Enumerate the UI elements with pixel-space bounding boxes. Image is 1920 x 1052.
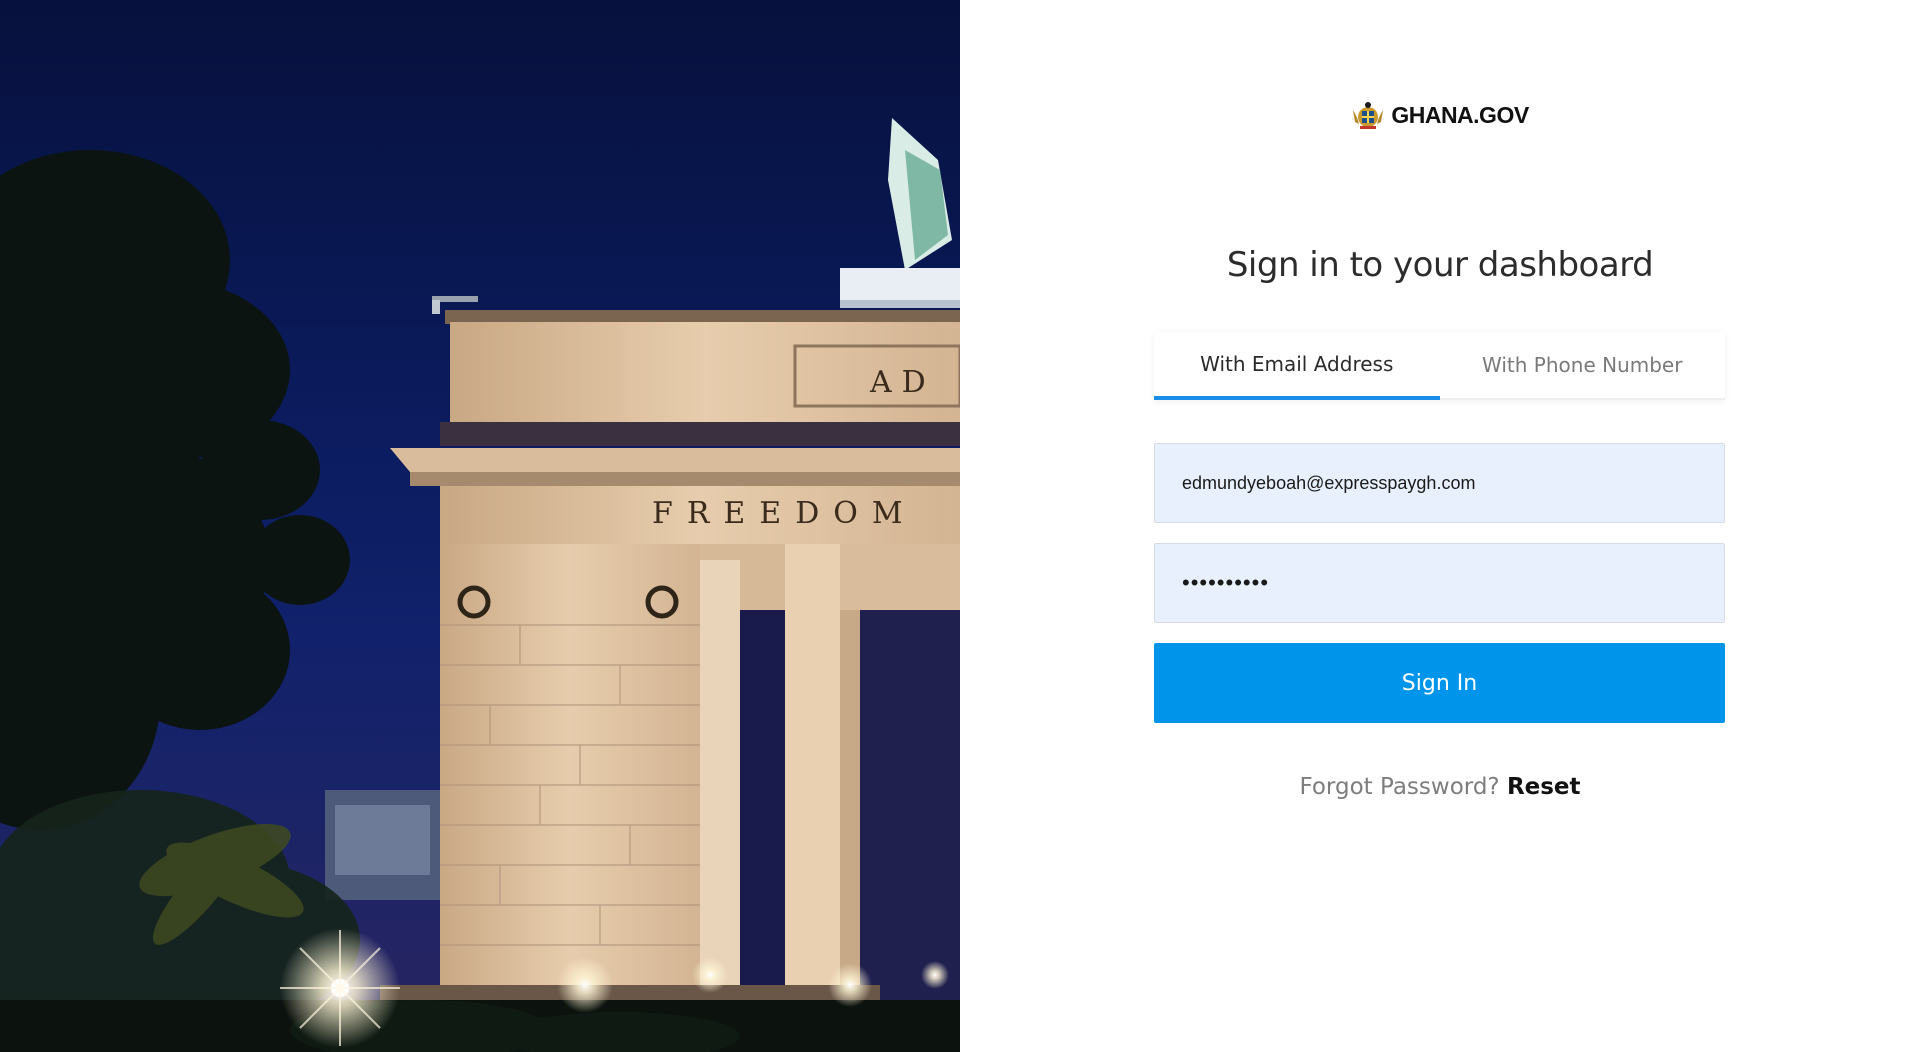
- login-panel: GHANA.GOV Sign in to your dashboard With…: [960, 0, 1920, 1052]
- password-value: ••••••••••: [1182, 570, 1270, 595]
- hero-image: AD FREEDOM: [0, 0, 960, 1052]
- forgot-password-row: Forgot Password? Reset: [960, 774, 1920, 800]
- email-field[interactable]: edmundyeboah@expresspaygh.com: [1154, 443, 1725, 523]
- tab-phone-number[interactable]: With Phone Number: [1439, 332, 1725, 400]
- brand-logo[interactable]: GHANA.GOV: [960, 100, 1920, 130]
- reset-password-link[interactable]: Reset: [1507, 774, 1581, 800]
- forgot-password-prompt: Forgot Password?: [1299, 774, 1500, 800]
- sign-in-button[interactable]: Sign In: [1154, 643, 1725, 723]
- inscription-ad: AD: [869, 365, 936, 400]
- coat-of-arms-icon: [1353, 102, 1384, 129]
- email-value: edmundyeboah@expresspaygh.com: [1182, 472, 1476, 493]
- inscription-freedom: FREEDOM: [652, 496, 917, 531]
- brand-name: GHANA.GOV: [1391, 101, 1529, 128]
- login-method-tabs: With Email Address With Phone Number: [1154, 332, 1725, 400]
- page-title: Sign in to your dashboard: [1226, 244, 1654, 285]
- tab-email-address[interactable]: With Email Address: [1154, 332, 1440, 400]
- login-page: AD FREEDOM GHANA.GOV Sign in to your das…: [0, 0, 1920, 1052]
- independence-arch-illustration: AD FREEDOM: [0, 118, 960, 1052]
- password-field[interactable]: ••••••••••: [1154, 543, 1725, 623]
